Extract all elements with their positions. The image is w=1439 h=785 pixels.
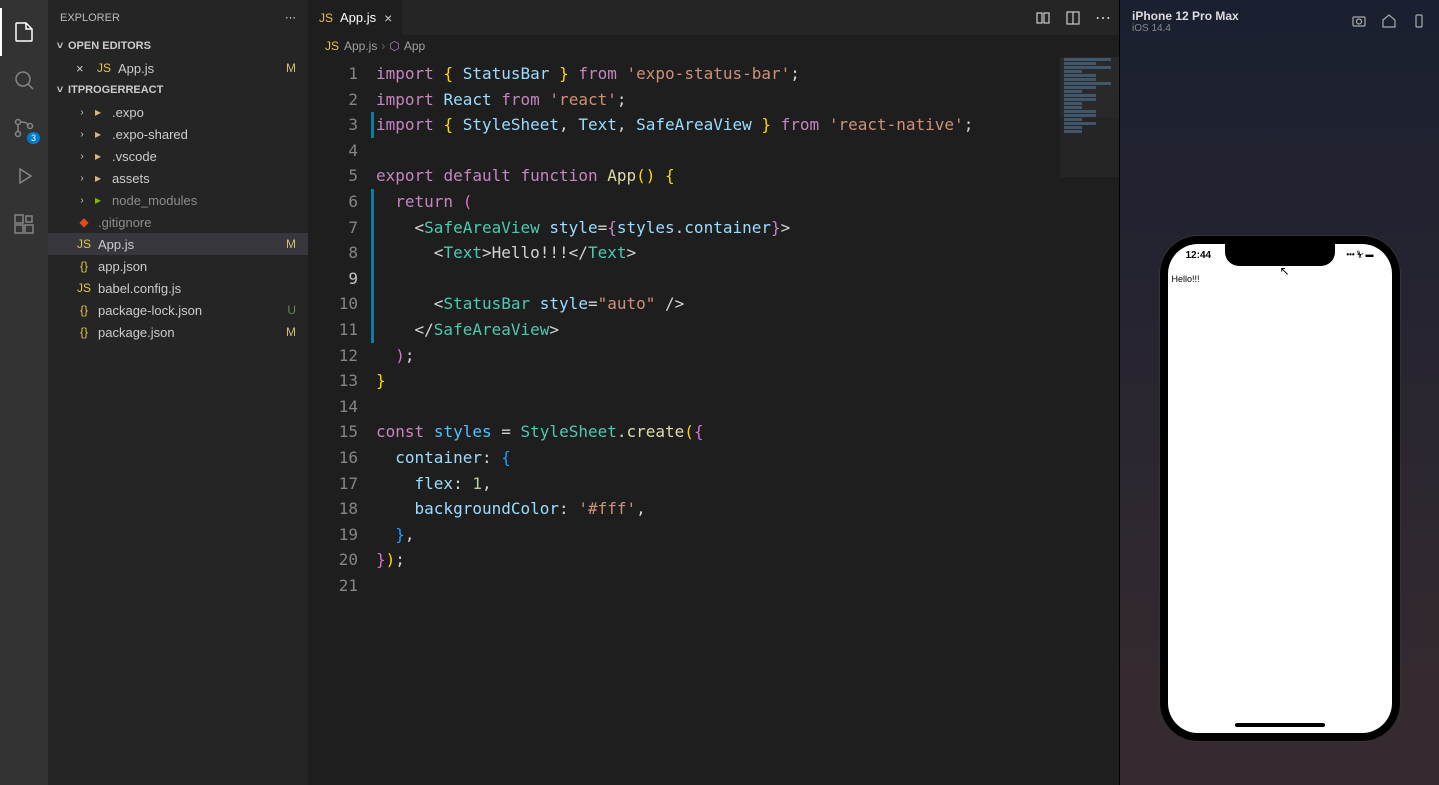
chevron-right-icon: › — [76, 195, 88, 206]
sidebar: EXPLORER ⋯ ˅ OPEN EDITORS × JSApp.jsM ˅ I… — [48, 0, 308, 785]
tab-bar: JS App.js × ⋯ — [308, 0, 1119, 35]
code-editor[interactable]: 123456789101112131415161718192021 import… — [308, 57, 1119, 785]
chevron-right-icon: › — [381, 39, 385, 53]
git-file-icon: ◆ — [76, 214, 92, 230]
breadcrumb[interactable]: JS App.js › ⬡ App — [308, 35, 1119, 57]
simulator-panel: iPhone 12 Pro Max iOS 14.4 12:44 ••• ⏧ ▬… — [1119, 0, 1439, 785]
file-tree-item[interactable]: ›▸node_modules — [48, 189, 308, 211]
js-file-icon: JS — [76, 236, 92, 252]
home-icon[interactable] — [1381, 13, 1397, 29]
js-file-icon: JS — [324, 38, 340, 54]
debug-icon[interactable] — [0, 152, 48, 200]
activity-bar: 3 — [0, 0, 48, 785]
json-file-icon: {} — [76, 324, 92, 340]
file-status: M — [286, 325, 296, 339]
file-tree-item[interactable]: ›▸.vscode — [48, 145, 308, 167]
folder-icon: ▸ — [90, 148, 106, 164]
js-file-icon: JS — [96, 60, 112, 76]
folder-icon: ▸ — [90, 104, 106, 120]
phone-status-bar: 12:44 ••• ⏧ ▬ — [1168, 250, 1392, 261]
sidebar-header: EXPLORER ⋯ — [48, 0, 308, 35]
file-tree-item[interactable]: {}app.json — [48, 255, 308, 277]
file-status: M — [286, 61, 296, 75]
explorer-icon[interactable] — [0, 8, 48, 56]
editor-area: JS App.js × ⋯ JS App.js › ⬡ App 12345678… — [308, 0, 1119, 785]
project-header[interactable]: ˅ ITPROGERREACT — [48, 79, 308, 101]
tab-actions: ⋯ — [1035, 0, 1119, 35]
extensions-icon[interactable] — [0, 200, 48, 248]
file-tree-item[interactable]: {}package.jsonM — [48, 321, 308, 343]
cursor-icon: ↖ — [1280, 264, 1290, 278]
phone-indicators: ••• ⏧ ▬ — [1346, 250, 1373, 261]
chevron-right-icon: › — [76, 129, 88, 140]
device-os: iOS 14.4 — [1132, 23, 1351, 34]
compare-icon[interactable] — [1035, 10, 1051, 26]
minimap[interactable] — [1059, 57, 1119, 177]
line-gutter: 123456789101112131415161718192021 — [308, 57, 376, 785]
folder-icon: ▸ — [90, 192, 106, 208]
json-file-icon: {} — [76, 258, 92, 274]
folder-icon: ▸ — [90, 126, 106, 142]
search-icon[interactable] — [0, 56, 48, 104]
file-tree-item[interactable]: JSbabel.config.js — [48, 277, 308, 299]
tab-label: App.js — [340, 10, 376, 25]
file-tree-item[interactable]: ›▸.expo-shared — [48, 123, 308, 145]
scm-badge: 3 — [27, 132, 40, 144]
split-icon[interactable] — [1065, 10, 1081, 26]
open-editor-item[interactable]: ×JSApp.jsM — [48, 57, 308, 79]
symbol-icon: ⬡ — [389, 39, 399, 53]
folder-icon: ▸ — [90, 170, 106, 186]
chevron-right-icon: › — [76, 173, 88, 184]
more-icon[interactable]: ⋯ — [1095, 8, 1111, 28]
device-name: iPhone 12 Pro Max — [1132, 9, 1351, 23]
js-file-icon: JS — [76, 280, 92, 296]
source-control-icon[interactable]: 3 — [0, 104, 48, 152]
sidebar-more-icon[interactable]: ⋯ — [285, 11, 296, 24]
screenshot-icon[interactable] — [1351, 13, 1367, 29]
file-status: U — [287, 303, 296, 317]
simulator-body: 12:44 ••• ⏧ ▬ Hello!!! ↖ — [1120, 42, 1439, 785]
file-tree-item[interactable]: ›▸assets — [48, 167, 308, 189]
sidebar-title: EXPLORER — [60, 12, 120, 24]
chevron-right-icon: › — [76, 151, 88, 162]
file-tree-item[interactable]: {}package-lock.jsonU — [48, 299, 308, 321]
json-file-icon: {} — [76, 302, 92, 318]
code-content[interactable]: import { StatusBar } from 'expo-status-b… — [376, 57, 1119, 785]
phone-time: 12:44 — [1186, 250, 1212, 261]
rotate-icon[interactable] — [1411, 13, 1427, 29]
file-tree-item[interactable]: JSApp.jsM — [48, 233, 308, 255]
open-editors-header[interactable]: ˅ OPEN EDITORS — [48, 35, 308, 57]
simulator-header: iPhone 12 Pro Max iOS 14.4 — [1120, 0, 1439, 42]
phone-mockup[interactable]: 12:44 ••• ⏧ ▬ Hello!!! ↖ — [1160, 236, 1400, 741]
home-indicator — [1235, 723, 1325, 727]
close-icon[interactable]: × — [384, 10, 392, 26]
close-icon[interactable]: × — [76, 61, 92, 76]
file-tree-item[interactable]: ›▸.expo — [48, 101, 308, 123]
phone-screen: 12:44 ••• ⏧ ▬ Hello!!! ↖ — [1168, 244, 1392, 733]
chevron-right-icon: › — [76, 107, 88, 118]
tab-app-js[interactable]: JS App.js × — [308, 0, 403, 35]
file-status: M — [286, 237, 296, 251]
js-file-icon: JS — [318, 10, 334, 26]
app-text: Hello!!! — [1172, 274, 1200, 284]
file-tree-item[interactable]: ◆.gitignore — [48, 211, 308, 233]
